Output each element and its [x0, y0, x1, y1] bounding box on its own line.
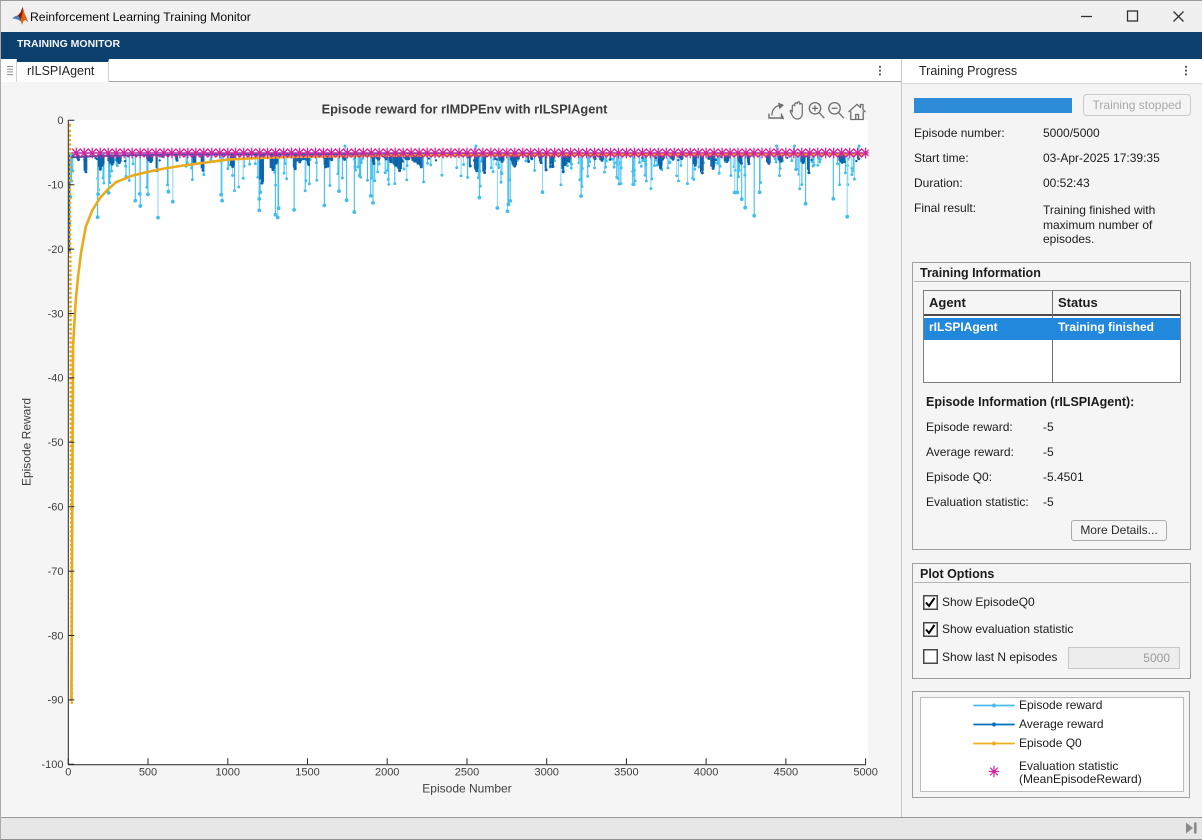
svg-text:-10: -10: [48, 180, 64, 192]
svg-text:-90: -90: [48, 695, 64, 707]
svg-text:4500: 4500: [774, 767, 798, 779]
svg-text:-70: -70: [48, 566, 64, 578]
svg-text:Episode reward for rIMDPEnv wi: Episode reward for rIMDPEnv with rILSPIA…: [322, 102, 609, 117]
svg-text:500: 500: [139, 767, 157, 779]
svg-text:2500: 2500: [455, 767, 479, 779]
svg-text:0: 0: [57, 115, 63, 127]
svg-text:-20: -20: [48, 244, 64, 256]
svg-text:5000: 5000: [853, 767, 877, 779]
svg-text:Episode Reward: Episode Reward: [20, 398, 34, 486]
svg-text:-50: -50: [48, 437, 64, 449]
svg-text:-40: -40: [48, 373, 64, 385]
svg-text:3000: 3000: [534, 767, 558, 779]
svg-text:1000: 1000: [216, 767, 240, 779]
svg-text:1500: 1500: [295, 767, 319, 779]
svg-text:0: 0: [65, 767, 71, 779]
svg-text:4000: 4000: [694, 767, 718, 779]
svg-text:-30: -30: [48, 308, 64, 320]
svg-text:-60: -60: [48, 502, 64, 514]
svg-text:2000: 2000: [375, 767, 399, 779]
svg-text:-100: -100: [41, 759, 63, 771]
svg-text:-80: -80: [48, 630, 64, 642]
svg-text:3500: 3500: [614, 767, 638, 779]
svg-text:Episode Number: Episode Number: [422, 782, 511, 796]
